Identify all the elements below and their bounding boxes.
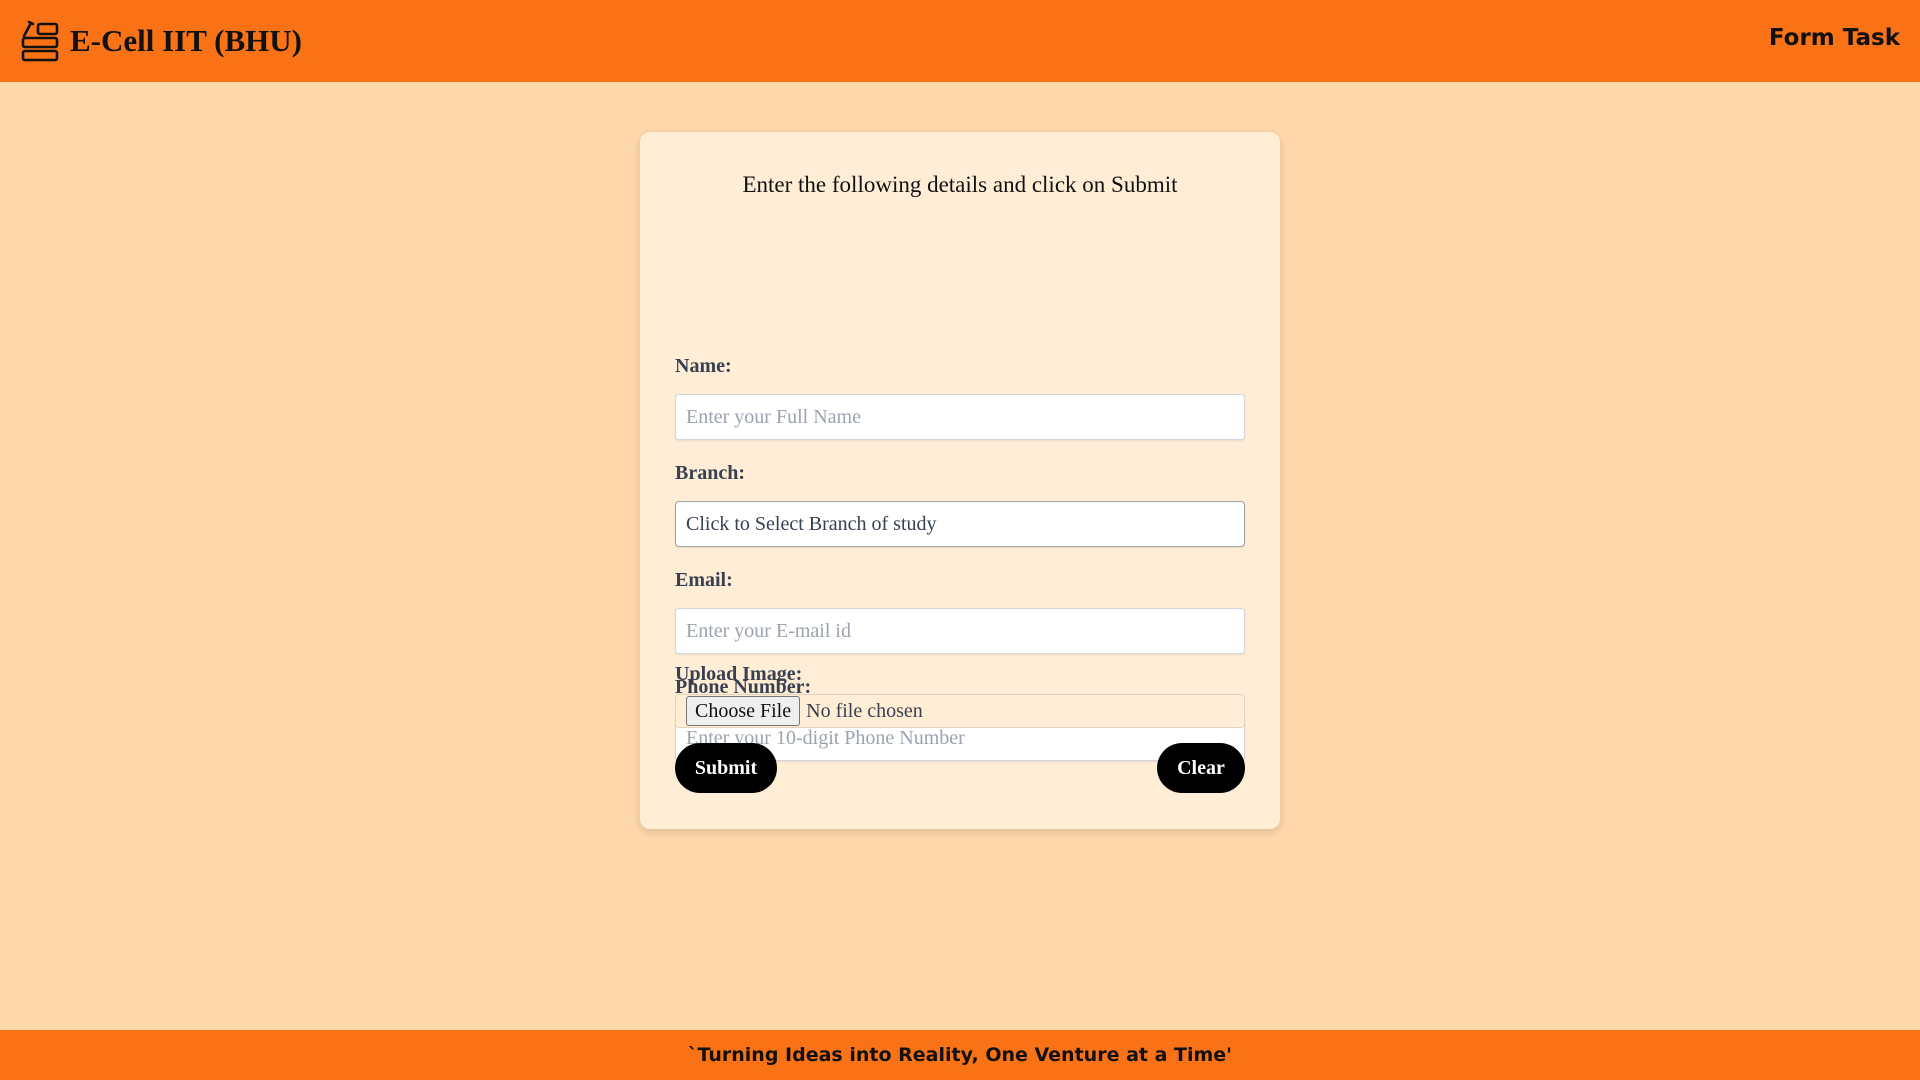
file-input[interactable]: Choose File No file chosen — [675, 694, 1245, 728]
top-bar: E-Cell IIT (BHU) Form Task — [0, 0, 1920, 82]
form-editor-icon — [20, 20, 60, 62]
choose-file-button[interactable]: Choose File — [686, 696, 801, 726]
branch-label: Branch: — [675, 462, 745, 484]
form-instructions: Enter the following details and click on… — [742, 172, 1178, 197]
submit-button[interactable]: Submit — [675, 743, 777, 793]
branch-select-value: Click to Select Branch of study — [686, 512, 937, 535]
brand[interactable]: E-Cell IIT (BHU) — [20, 20, 302, 62]
file-status: No file chosen — [806, 699, 923, 722]
footer-bar: `Turning Ideas into Reality, One Venture… — [0, 1030, 1920, 1080]
branch-select[interactable]: Click to Select Branch of study — [675, 501, 1245, 547]
name-label: Name: — [675, 355, 732, 377]
name-input[interactable] — [675, 394, 1245, 440]
email-label: Email: — [675, 569, 733, 591]
footer-tagline: `Turning Ideas into Reality, One Venture… — [688, 1044, 1232, 1066]
email-input[interactable] — [675, 608, 1245, 654]
page-title: Form Task — [1768, 25, 1900, 51]
brand-title: E-Cell IIT (BHU) — [70, 23, 302, 58]
clear-button[interactable]: Clear — [1157, 743, 1245, 793]
